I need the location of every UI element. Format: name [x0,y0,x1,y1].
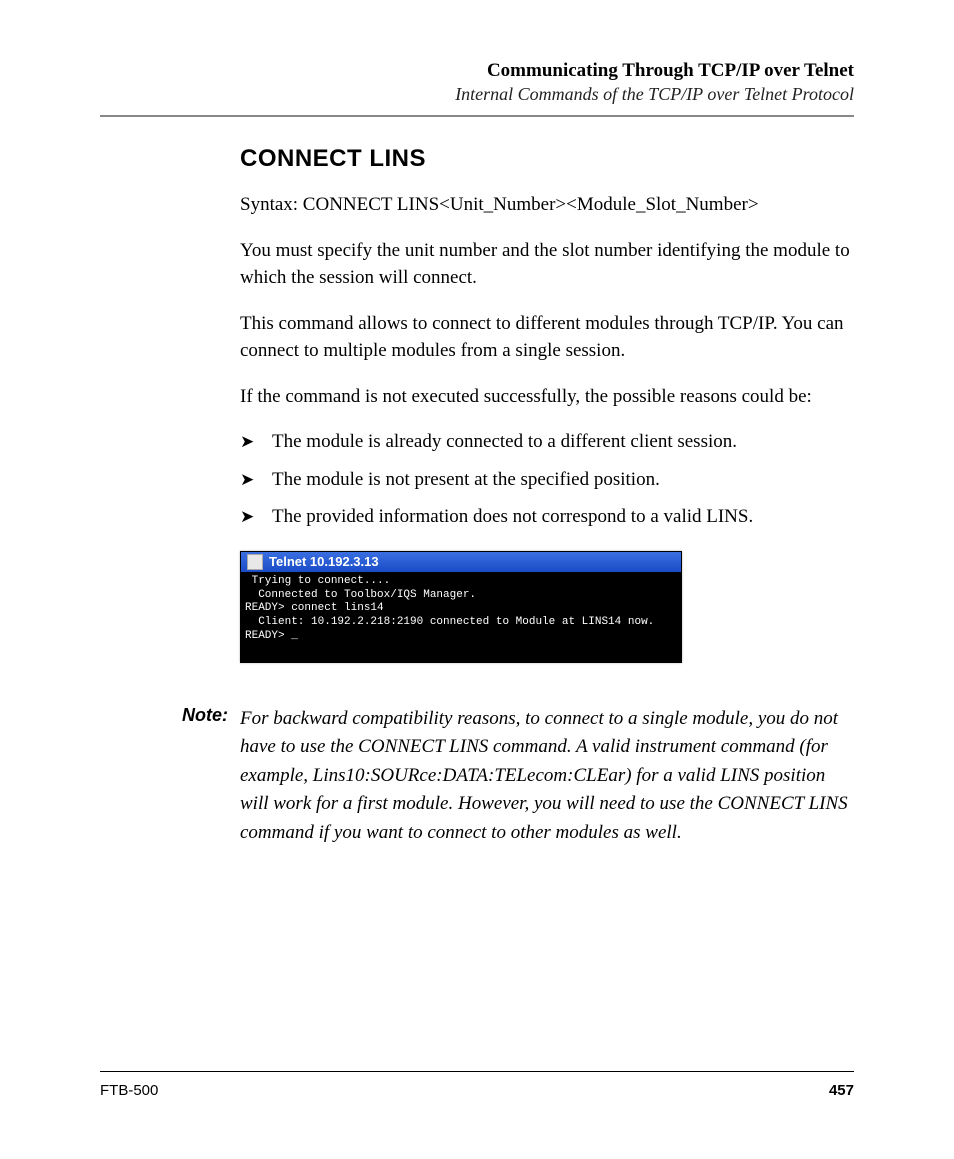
terminal-titlebar: Telnet 10.192.3.13 [241,552,681,572]
list-item: The module is not present at the specifi… [240,466,854,494]
paragraph: You must specify the unit number and the… [240,237,854,292]
footer-line: FTB-500 457 [100,1082,854,1099]
terminal-line: Client: 10.192.2.218:2190 connected to M… [245,616,654,628]
note-label: Note: [100,705,228,726]
terminal-line: READY> connect lins14 [245,602,384,614]
syntax-line: Syntax: CONNECT LINS<Unit_Number><Module… [240,191,854,219]
header-title: Communicating Through TCP/IP over Telnet [100,60,854,82]
reason-list: The module is already connected to a dif… [240,428,854,531]
page-header: Communicating Through TCP/IP over Telnet… [100,60,854,105]
page: Communicating Through TCP/IP over Telnet… [0,0,954,1159]
note-block: Note: For backward compatibility reasons… [100,705,854,848]
terminal-icon [247,554,263,570]
header-rule [100,115,854,117]
header-subtitle: Internal Commands of the TCP/IP over Tel… [100,84,854,105]
list-item: The provided information does not corres… [240,503,854,531]
note-text: For backward compatibility reasons, to c… [240,705,854,848]
list-item: The module is already connected to a dif… [240,428,854,456]
paragraph: This command allows to connect to differ… [240,310,854,365]
terminal-line: Trying to connect.... [245,575,390,587]
footer-rule [100,1071,854,1072]
terminal-window: Telnet 10.192.3.13 Trying to connect....… [240,551,682,663]
page-footer: FTB-500 457 [100,1071,854,1099]
content-block: CONNECT LINS Syntax: CONNECT LINS<Unit_N… [240,145,854,663]
paragraph: If the command is not executed successfu… [240,383,854,411]
terminal-line: Connected to Toolbox/IQS Manager. [245,589,476,601]
terminal-line: READY> _ [245,630,298,642]
footer-left: FTB-500 [100,1082,158,1099]
section-title: CONNECT LINS [240,145,854,173]
page-number: 457 [829,1082,854,1099]
terminal-title-text: Telnet 10.192.3.13 [269,554,379,569]
terminal-body: Trying to connect.... Connected to Toolb… [241,572,681,662]
